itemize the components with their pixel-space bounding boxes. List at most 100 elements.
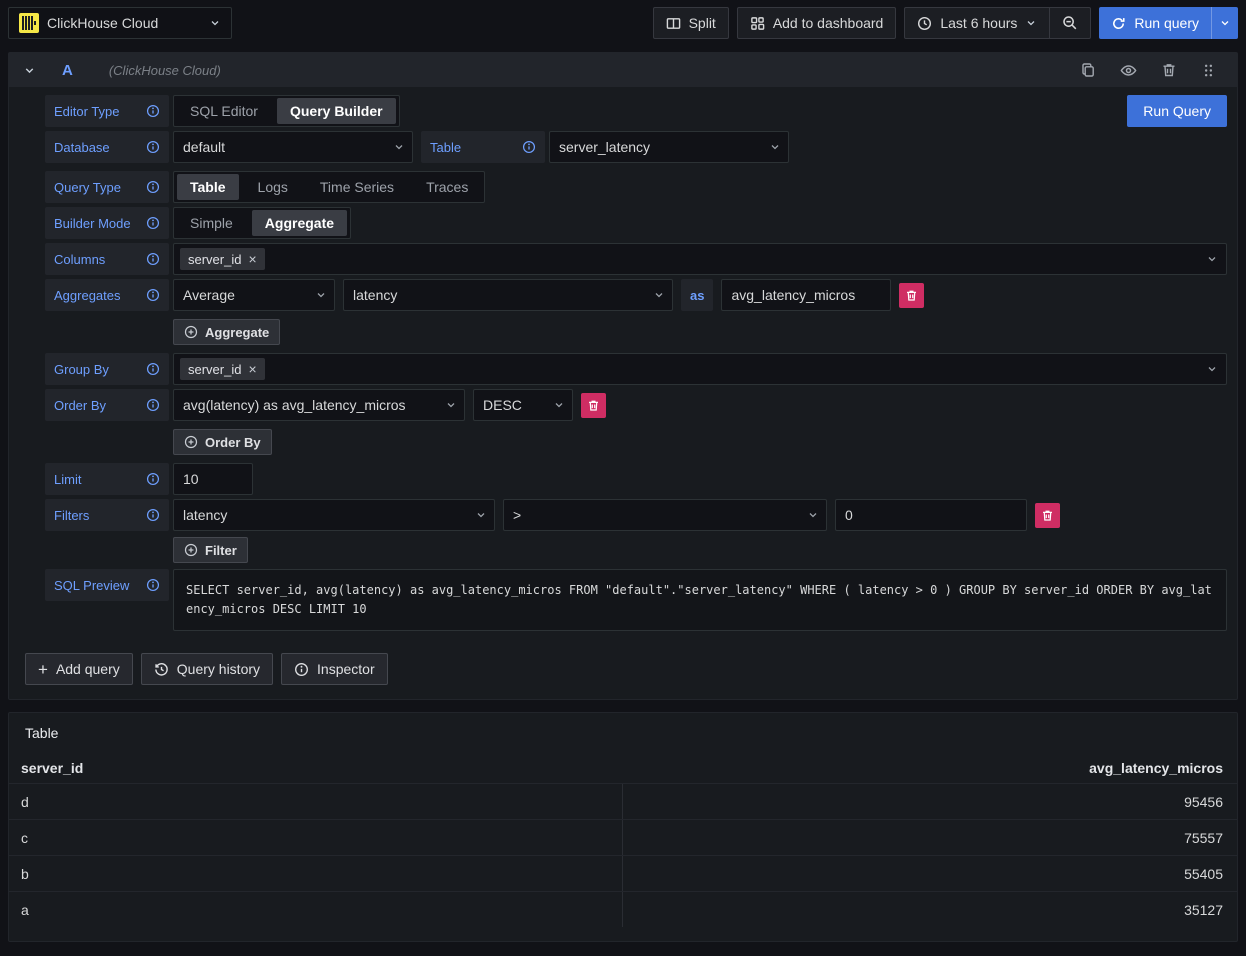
query-type-row: Query Type Table Logs Time Series Traces xyxy=(45,171,1227,203)
info-icon[interactable] xyxy=(146,180,160,194)
plus-circle-icon xyxy=(184,435,198,449)
table-header-row: server_id avg_latency_micros xyxy=(9,753,1237,783)
duplicate-query-button[interactable] xyxy=(1073,62,1103,78)
remove-query-button[interactable] xyxy=(1154,62,1184,78)
order-by-field-select[interactable]: avg(latency) as avg_latency_micros xyxy=(173,389,465,421)
database-select[interactable]: default xyxy=(173,131,413,163)
info-icon[interactable] xyxy=(146,578,160,592)
order-by-direction-select[interactable]: DESC xyxy=(473,389,573,421)
dashboard-grid-icon xyxy=(750,16,765,31)
add-order-by-label: Order By xyxy=(205,435,261,450)
aggregate-alias-input[interactable] xyxy=(721,279,891,311)
query-type-option-table[interactable]: Table xyxy=(177,174,239,200)
eye-icon xyxy=(1120,62,1137,79)
column-chip-label: server_id xyxy=(188,252,241,267)
query-editor-panel: A (ClickHouse Cloud) Editor Type SQL Edi… xyxy=(8,52,1238,700)
column-header-server-id[interactable]: server_id xyxy=(9,760,623,776)
group-by-multiselect[interactable]: server_id × xyxy=(173,353,1227,385)
add-query-label: Add query xyxy=(56,661,120,677)
filter-field-select[interactable]: latency xyxy=(173,499,495,531)
builder-mode-option-simple[interactable]: Simple xyxy=(177,210,246,236)
history-icon xyxy=(154,662,169,677)
zoom-out-time-button[interactable] xyxy=(1049,8,1090,38)
time-range-label: Last 6 hours xyxy=(940,15,1017,31)
inspector-button[interactable]: Inspector xyxy=(281,653,388,685)
add-filter-label: Filter xyxy=(205,543,237,558)
info-icon[interactable] xyxy=(146,288,160,302)
trash-icon xyxy=(905,289,918,302)
trash-icon xyxy=(587,399,600,412)
info-icon[interactable] xyxy=(522,140,536,154)
drag-dots-icon xyxy=(1201,63,1216,78)
remove-filter-button[interactable] xyxy=(1035,503,1060,528)
query-actions: + Add query Query history Inspector xyxy=(25,653,1227,685)
database-label: Database xyxy=(45,131,169,163)
info-icon[interactable] xyxy=(146,398,160,412)
drag-handle[interactable] xyxy=(1194,63,1223,78)
chevron-down-icon xyxy=(1206,363,1218,375)
add-aggregate-label: Aggregate xyxy=(205,325,269,340)
add-order-by-button[interactable]: Order By xyxy=(173,429,272,455)
add-aggregate-button[interactable]: Aggregate xyxy=(173,319,280,345)
table-label: Table xyxy=(421,131,545,163)
info-icon[interactable] xyxy=(146,104,160,118)
toggle-visibility-button[interactable] xyxy=(1113,62,1144,79)
query-type-label: Query Type xyxy=(45,171,169,203)
aggregates-row: Aggregates Average latency as xyxy=(45,279,1227,311)
info-icon[interactable] xyxy=(146,216,160,230)
cell-server-id: d xyxy=(9,784,623,819)
filter-operator-select[interactable]: > xyxy=(503,499,827,531)
editor-type-option-query-builder[interactable]: Query Builder xyxy=(277,98,396,124)
columns-multiselect[interactable]: server_id × xyxy=(173,243,1227,275)
column-chip: server_id × xyxy=(180,248,265,270)
filter-value-input[interactable] xyxy=(835,499,1027,531)
info-icon[interactable] xyxy=(146,472,160,486)
remove-icon[interactable]: × xyxy=(248,362,256,376)
limit-input[interactable] xyxy=(173,463,253,495)
column-header-avg-latency-micros[interactable]: avg_latency_micros xyxy=(623,760,1237,776)
editor-type-option-sql-editor[interactable]: SQL Editor xyxy=(177,98,271,124)
sql-preview-code: SELECT server_id, avg(latency) as avg_la… xyxy=(173,569,1227,631)
sql-preview-label: SQL Preview xyxy=(45,569,169,601)
chevron-down-icon xyxy=(769,141,781,153)
query-history-label: Query history xyxy=(177,661,260,677)
info-icon[interactable] xyxy=(146,508,160,522)
query-ref-id: A xyxy=(62,62,73,79)
aggregate-column-select[interactable]: latency xyxy=(343,279,673,311)
chevron-down-icon xyxy=(1025,17,1037,29)
info-icon[interactable] xyxy=(146,252,160,266)
add-filter-button[interactable]: Filter xyxy=(173,537,248,563)
builder-mode-option-aggregate[interactable]: Aggregate xyxy=(252,210,347,236)
time-range-button[interactable]: Last 6 hours xyxy=(905,8,1049,38)
run-query-options-button[interactable] xyxy=(1211,7,1238,39)
query-type-option-logs[interactable]: Logs xyxy=(245,174,301,200)
group-by-row: Group By server_id × xyxy=(45,353,1227,385)
results-table-panel: Table server_id avg_latency_micros d 954… xyxy=(8,712,1238,942)
query-type-option-time-series[interactable]: Time Series xyxy=(307,174,407,200)
order-by-field-value: avg(latency) as avg_latency_micros xyxy=(183,397,406,413)
as-label: as xyxy=(681,279,713,311)
remove-aggregate-button[interactable] xyxy=(899,283,924,308)
run-query-button[interactable]: Run query xyxy=(1099,7,1211,39)
query-history-button[interactable]: Query history xyxy=(141,653,273,685)
table-select[interactable]: server_latency xyxy=(549,131,789,163)
chevron-down-icon xyxy=(445,399,457,411)
collapse-chevron-icon[interactable] xyxy=(23,64,36,77)
cell-avg-latency: 55405 xyxy=(623,866,1237,882)
cell-server-id: a xyxy=(9,892,623,927)
remove-order-by-button[interactable] xyxy=(581,393,606,418)
run-query-inline-button[interactable]: Run Query xyxy=(1127,95,1227,127)
remove-icon[interactable]: × xyxy=(248,252,256,266)
info-icon[interactable] xyxy=(146,362,160,376)
split-button[interactable]: Split xyxy=(653,7,729,39)
cell-avg-latency: 95456 xyxy=(623,794,1237,810)
query-type-option-traces[interactable]: Traces xyxy=(413,174,481,200)
aggregate-function-select[interactable]: Average xyxy=(173,279,335,311)
info-icon[interactable] xyxy=(146,140,160,154)
table-row: d 95456 xyxy=(9,783,1237,819)
add-query-button[interactable]: + Add query xyxy=(25,653,133,685)
add-to-dashboard-button[interactable]: Add to dashboard xyxy=(737,7,897,39)
editor-type-row: Editor Type SQL Editor Query Builder Run… xyxy=(45,95,1227,127)
datasource-picker[interactable]: ClickHouse Cloud xyxy=(8,7,232,39)
cell-server-id: b xyxy=(9,856,623,891)
